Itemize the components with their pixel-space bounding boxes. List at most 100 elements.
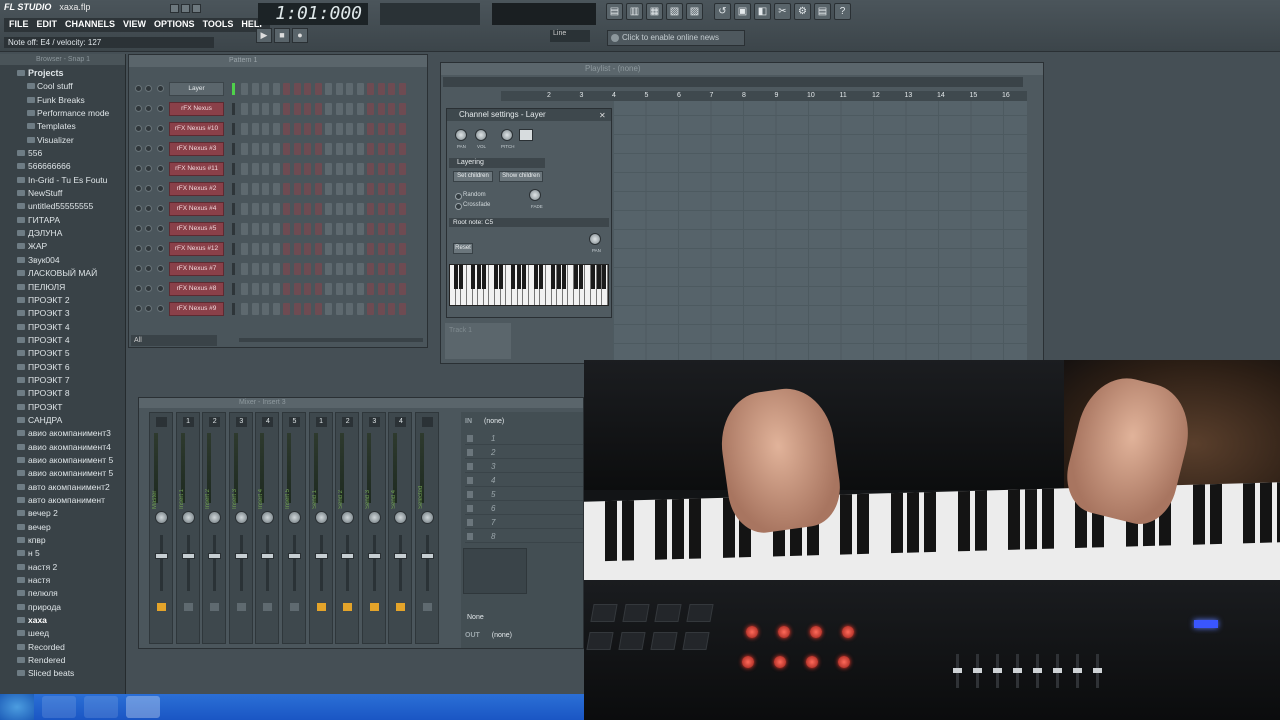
pan-knob[interactable] [341,511,355,524]
step-button[interactable] [367,283,374,295]
snap-select[interactable]: Line [550,30,590,42]
step-button[interactable] [335,123,343,135]
step-button[interactable] [251,243,259,255]
step-button[interactable] [293,163,301,175]
browser-item[interactable]: настя 2 [0,561,125,574]
step-button[interactable] [388,223,395,235]
channel-knob[interactable] [157,165,164,172]
step-button[interactable] [367,203,374,215]
step-button[interactable] [346,283,353,295]
step-button[interactable] [325,83,332,95]
undo-icon[interactable]: ↺ [714,3,731,20]
fx-enable-switch[interactable] [423,603,432,611]
sequencer-scrollbar[interactable] [239,338,423,342]
step-button[interactable] [304,263,311,275]
pan-knob[interactable] [288,511,301,524]
black-key[interactable] [556,265,561,289]
channel-knob[interactable] [157,265,164,272]
step-button[interactable] [388,283,395,295]
step-button[interactable] [356,83,364,95]
step-button[interactable] [241,83,248,95]
channel-knob[interactable] [157,125,164,132]
step-button[interactable] [272,103,280,115]
close-icon[interactable]: ✕ [599,111,607,120]
volume-fader-handle[interactable] [234,553,248,559]
pan-knob[interactable] [181,511,195,524]
browser-item[interactable]: САНДРА [0,414,125,427]
step-button[interactable] [262,183,269,195]
step-button[interactable] [356,303,364,315]
mute-led[interactable] [135,165,142,172]
close-button[interactable] [192,4,201,13]
step-button[interactable] [335,303,343,315]
step-button[interactable] [283,203,290,215]
channel-knob[interactable] [145,305,152,312]
browser-item[interactable]: кпвр [0,534,125,547]
browser-item[interactable]: шеед [0,627,125,640]
step-button[interactable] [335,263,343,275]
step-button[interactable] [377,263,385,275]
channel-knob[interactable] [157,85,164,92]
step-button[interactable] [241,143,248,155]
channel-name-button[interactable]: rFX Nexus #5 [169,222,224,236]
channel-select-indicator[interactable] [232,283,235,295]
step-button[interactable] [314,123,322,135]
step-button[interactable] [398,143,406,155]
pan-small-knob[interactable] [589,233,601,245]
channel-knob[interactable] [157,245,164,252]
menu-edit[interactable]: EDIT [34,18,61,32]
step-button[interactable] [262,303,269,315]
fx-slot[interactable]: 3 [465,460,583,473]
step-button[interactable] [283,83,290,95]
step-button[interactable] [377,123,385,135]
menu-channels[interactable]: CHANNELS [62,18,118,32]
playlist-icon[interactable]: ▤ [606,3,623,20]
step-button[interactable] [356,223,364,235]
browser-item[interactable]: ПРОЭКТ 4 [0,321,125,334]
browser-item[interactable]: природа [0,601,125,614]
step-button[interactable] [283,243,290,255]
pan-knob[interactable] [155,511,168,524]
pan-knob[interactable] [455,129,467,141]
pan-knob[interactable] [367,511,381,524]
step-button[interactable] [346,243,353,255]
fx-enable-switch[interactable] [316,603,326,611]
channel-knob[interactable] [145,265,152,272]
mute-led[interactable] [135,205,142,212]
browser-item[interactable]: хаха [0,614,125,627]
browser-item[interactable]: ПРОЭКТ 7 [0,374,125,387]
fx-slot[interactable]: 2 [465,446,583,459]
channel-select-indicator[interactable] [232,163,235,175]
volume-knob[interactable] [475,129,487,141]
channel-name-button[interactable]: rFX Nexus #3 [169,142,224,156]
pitch-knob[interactable] [501,129,513,141]
browser-item[interactable]: ПРОЭКТ 5 [0,347,125,360]
step-button[interactable] [346,123,353,135]
step-button[interactable] [251,83,259,95]
step-button[interactable] [325,163,332,175]
browser-item[interactable]: авто акомпанимент [0,494,125,507]
step-button[interactable] [283,283,290,295]
step-button[interactable] [262,143,269,155]
mixer-strip[interactable]: 2 Send 2 [335,412,360,644]
mute-led[interactable] [135,145,142,152]
step-button[interactable] [241,103,248,115]
black-key[interactable] [476,265,481,289]
step-button[interactable] [346,163,353,175]
step-button[interactable] [304,243,311,255]
step-button[interactable] [251,263,259,275]
show-children-button[interactable]: Show children [499,171,543,182]
browser-item[interactable]: Звук004 [0,254,125,267]
fl-studio-taskbar-icon[interactable] [126,696,160,718]
channel-name-button[interactable]: rFX Nexus #2 [169,182,224,196]
step-button[interactable] [262,203,269,215]
help-icon[interactable]: ? [834,3,851,20]
step-button[interactable] [325,183,332,195]
channel-knob[interactable] [145,225,152,232]
black-key[interactable] [499,265,504,289]
channel-knob[interactable] [157,305,164,312]
clipboard-icon[interactable]: ▤ [814,3,831,20]
channel-knob[interactable] [145,285,152,292]
step-button[interactable] [314,163,322,175]
pan-knob[interactable] [208,511,222,524]
